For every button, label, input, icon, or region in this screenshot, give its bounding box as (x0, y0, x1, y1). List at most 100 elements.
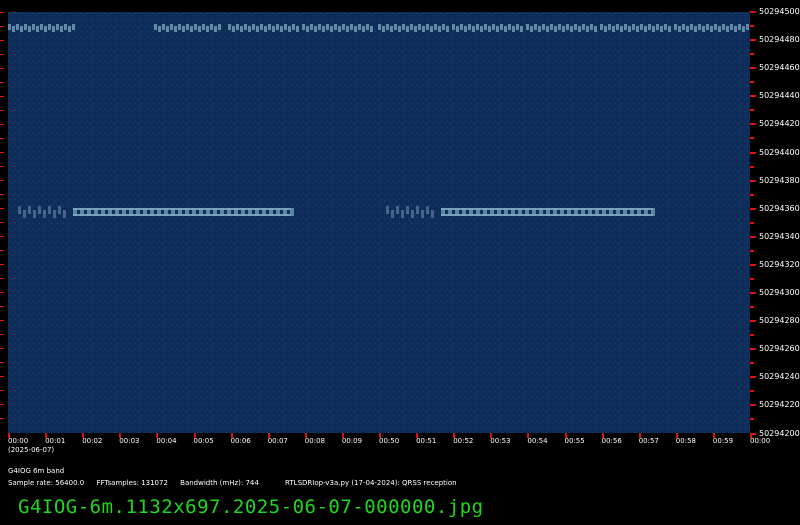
top-carrier-segment (742, 26, 745, 32)
y-minor-tick (750, 418, 754, 421)
top-carrier-segment (648, 24, 651, 30)
beacon-symbol (616, 208, 620, 216)
x-tick-label: 00:07 (267, 437, 288, 445)
beacon-symbol (122, 208, 126, 216)
y-tick-label: 50294480 (759, 35, 800, 45)
top-carrier-segment (644, 26, 647, 32)
y-tick-label: 50294460 (759, 63, 800, 73)
left-tick (0, 208, 4, 209)
beacon-symbol (546, 208, 550, 216)
beacon-symbol (178, 208, 182, 216)
top-carrier-segment (56, 24, 59, 30)
station-label: G4IOG 6m band (8, 467, 65, 475)
top-carrier-segment (516, 24, 519, 30)
top-carrier-segment (734, 26, 737, 32)
fft-samples: FFTsamples: 131072 (96, 479, 168, 487)
beacon-symbol (476, 208, 480, 216)
top-carrier-segment (48, 24, 51, 30)
x-tick-label: 00:55 (564, 437, 585, 445)
top-carrier-segment (280, 26, 283, 32)
top-carrier-segment (44, 26, 47, 32)
top-carrier-segment (214, 26, 217, 32)
top-carrier-segment (472, 26, 475, 32)
beacon-id-mark (421, 210, 424, 218)
top-carrier-segment (594, 26, 597, 32)
left-tick (0, 68, 4, 69)
top-carrier-segment (652, 26, 655, 32)
top-carrier-segment (746, 24, 749, 30)
beacon-symbol (637, 208, 641, 216)
top-carrier-segment (244, 24, 247, 30)
beacon-symbol (490, 208, 494, 216)
top-carrier-segment (512, 26, 515, 32)
beacon-id-mark (63, 210, 66, 218)
frequency-axis: 50294500 50294480 50294460 50294440 50294420… (750, 0, 800, 445)
x-tick-label: 00:51 (416, 437, 437, 445)
top-carrier-segment (52, 26, 55, 32)
left-tick (0, 404, 4, 405)
top-carrier-segment (608, 24, 611, 30)
y-minor-tick (750, 81, 754, 84)
top-carrier-segment (546, 26, 549, 32)
top-carrier-segment (726, 26, 729, 32)
top-carrier-segment (500, 24, 503, 30)
left-tick (0, 376, 4, 377)
beacon-symbol (623, 208, 627, 216)
beacon-id-mark (386, 206, 389, 214)
x-tick-label: 00:04 (156, 437, 177, 445)
beacon-symbol (595, 208, 599, 216)
left-tick (0, 348, 4, 349)
beacon-id-mark (396, 206, 399, 214)
top-carrier-segment (682, 24, 685, 30)
beacon-symbol (87, 208, 91, 216)
beacon-symbol (651, 208, 655, 216)
y-tick (750, 39, 756, 42)
top-carrier-segment (738, 24, 741, 30)
y-tick (750, 235, 756, 238)
top-carrier-segment (590, 24, 593, 30)
top-carrier-segment (586, 26, 589, 32)
top-carrier-segment (296, 26, 299, 32)
left-tick (0, 250, 4, 251)
x-tick-label: 00:02 (82, 437, 103, 445)
beacon-symbol (441, 208, 445, 216)
y-tick-label: 50294240 (759, 372, 800, 382)
top-carrier-segment (302, 24, 305, 30)
x-tick-label: 00:00 (8, 437, 29, 445)
left-tick (0, 40, 4, 41)
beacon-symbol (269, 208, 273, 216)
top-carrier-segment (236, 24, 239, 30)
y-tick-label: 50294440 (759, 91, 800, 101)
top-carrier-segment (550, 24, 553, 30)
top-carrier-segment (182, 26, 185, 32)
beacon-symbol (525, 208, 529, 216)
left-tick (0, 362, 4, 363)
beacon-symbol (518, 208, 522, 216)
top-carrier-segment (434, 24, 437, 30)
y-tick (750, 376, 756, 379)
top-carrier-segment (616, 24, 619, 30)
top-carrier-segment (628, 26, 631, 32)
top-carrier-segment (632, 24, 635, 30)
parameters-line: Sample rate: 56400.0 FFTsamples: 131072 … (8, 479, 467, 487)
y-tick-label: 50294340 (759, 231, 800, 241)
filename-caption: G4IOG-6m.1132x697.2025-06-07-000000.jpg (18, 496, 484, 518)
top-carrier-segment (288, 26, 291, 32)
beacon-id-mark (23, 210, 26, 218)
top-carrier-segment (310, 24, 313, 30)
top-carrier-segment (422, 26, 425, 32)
top-carrier-segment (366, 24, 369, 30)
beacon-id-mark (426, 206, 429, 214)
left-tick (0, 54, 4, 55)
y-minor-tick (750, 25, 754, 28)
top-carrier-segment (198, 26, 201, 32)
top-carrier-segment (446, 26, 449, 32)
beacon-symbol (539, 208, 543, 216)
top-carrier-segment (362, 26, 365, 32)
top-carrier-segment (326, 24, 329, 30)
beacon-id-mark (401, 210, 404, 218)
top-carrier-segment (656, 24, 659, 30)
y-tick (750, 404, 756, 407)
y-minor-tick (750, 109, 754, 112)
top-carrier-segment (636, 26, 639, 32)
